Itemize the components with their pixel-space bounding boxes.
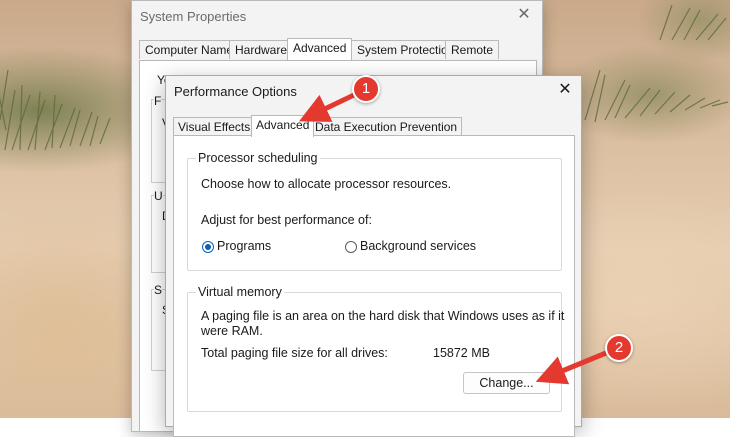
tab-panel: Processor scheduling Choose how to alloc… xyxy=(173,135,575,437)
virtual-memory-description-line2: were RAM. xyxy=(201,324,263,338)
window-title: System Properties xyxy=(140,9,247,24)
adjust-performance-label: Adjust for best performance of: xyxy=(201,213,372,227)
tab-hardware[interactable]: Hardware xyxy=(229,40,294,59)
performance-group-legend: F xyxy=(154,94,162,108)
total-paging-file-label: Total paging file size for all drives: xyxy=(201,346,388,360)
close-icon[interactable]: ✕ xyxy=(555,80,575,100)
tab-remote[interactable]: Remote xyxy=(445,40,500,59)
total-paging-file-value: 15872 MB xyxy=(433,346,490,360)
processor-scheduling-legend: Processor scheduling xyxy=(196,151,320,165)
virtual-memory-legend: Virtual memory xyxy=(196,285,284,299)
change-button[interactable]: Change... xyxy=(463,372,550,394)
programs-radio[interactable] xyxy=(202,241,214,253)
close-icon[interactable]: ✕ xyxy=(514,5,534,25)
background-services-radio[interactable] xyxy=(345,241,357,253)
callout-badge-1: 1 xyxy=(352,75,380,103)
tab-visual-effects[interactable]: Visual Effects xyxy=(173,117,256,136)
tab-system-protection[interactable]: System Protection xyxy=(351,40,461,59)
user-profiles-legend: U xyxy=(154,189,163,203)
processor-scheduling-description: Choose how to allocate processor resourc… xyxy=(201,177,452,191)
tab-advanced[interactable]: Advanced xyxy=(251,115,315,137)
background-services-label[interactable]: Background services xyxy=(360,239,476,253)
virtual-memory-group: Virtual memory A paging file is an area … xyxy=(187,285,565,412)
programs-label[interactable]: Programs xyxy=(217,239,271,253)
callout-badge-2: 2 xyxy=(605,334,633,362)
performance-options-window: Performance Options ✕ Visual Effects Adv… xyxy=(165,75,582,437)
tab-data-execution-prevention[interactable]: Data Execution Prevention xyxy=(310,117,463,136)
virtual-memory-description-line1: A paging file is an area on the hard dis… xyxy=(201,309,565,323)
startup-recovery-legend: S xyxy=(154,283,163,297)
window-title: Performance Options xyxy=(174,84,297,99)
tab-advanced[interactable]: Advanced xyxy=(287,38,353,60)
processor-scheduling-group: Processor scheduling Choose how to alloc… xyxy=(187,151,562,271)
tab-computer-name[interactable]: Computer Name xyxy=(139,40,240,59)
